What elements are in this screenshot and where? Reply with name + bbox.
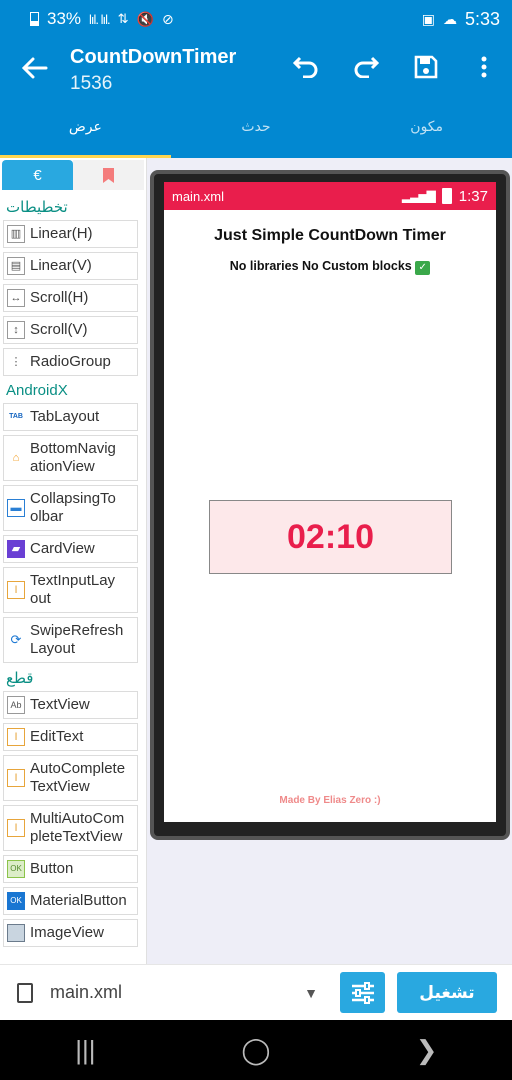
preview-subtitle-row: No libraries No Custom blocks ✓ bbox=[164, 259, 496, 275]
bookmark-icon bbox=[103, 167, 114, 183]
battery-percent: 33% bbox=[47, 9, 82, 28]
section-layouts-title: تخطيطات bbox=[6, 199, 68, 216]
sliders-icon bbox=[351, 981, 374, 1004]
signal-icon: lıl. lıl. bbox=[89, 11, 111, 27]
preview-title[interactable]: Just Simple CountDown Timer bbox=[164, 227, 496, 245]
cloud-icon: ☁ bbox=[442, 10, 457, 27]
widget-scroll-h[interactable]: ↔ Scroll(H) bbox=[3, 284, 138, 312]
linear-h-icon: ▥ bbox=[7, 225, 25, 243]
widget-autocompletetextview[interactable]: I AutoComplete TextView bbox=[3, 755, 138, 801]
edittext-icon: I bbox=[7, 728, 25, 746]
tab-icon: TAB bbox=[9, 413, 23, 420]
widget-bottomnavigationview[interactable]: ⌂ BottomNavig ationView bbox=[3, 435, 138, 481]
widget-cardview[interactable]: ▰ CardView bbox=[3, 535, 138, 563]
section-androidx-title: AndroidX bbox=[6, 382, 68, 399]
timer-text[interactable]: 02:10 bbox=[287, 518, 374, 557]
redo-icon[interactable] bbox=[336, 54, 396, 87]
tab-component[interactable]: مكون bbox=[341, 102, 512, 158]
timer-container[interactable]: 02:10 bbox=[209, 500, 452, 574]
design-canvas: main.xml ▂▃▅▇ 1:37 Just Simple CountDown… bbox=[147, 158, 512, 964]
clock: 5:33 bbox=[464, 8, 500, 29]
phone-screen[interactable]: main.xml ▂▃▅▇ 1:37 Just Simple CountDown… bbox=[164, 182, 496, 822]
save-icon[interactable] bbox=[396, 54, 456, 87]
back-arrow-icon[interactable] bbox=[0, 55, 70, 85]
widget-palette: € تخطيطات ▥ Linear(H) ▤ Linear(V) ↔ Scroll(… bbox=[0, 158, 147, 964]
toolbar-icon: ▬ bbox=[7, 499, 25, 517]
widget-radiogroup[interactable]: ⋮ RadioGroup bbox=[3, 348, 138, 376]
textview-icon: Ab bbox=[7, 696, 25, 714]
home-icon: ⌂ bbox=[12, 452, 20, 464]
back-nav-icon[interactable]: ❯ bbox=[397, 1035, 457, 1066]
linear-v-icon: ▤ bbox=[7, 257, 25, 275]
widget-imageview[interactable]: ImageView bbox=[3, 919, 138, 947]
preview-time: 1:37 bbox=[458, 187, 488, 205]
widget-textview[interactable]: Ab TextView bbox=[3, 691, 138, 719]
more-options-icon[interactable] bbox=[456, 54, 512, 87]
material-button-icon: OK bbox=[7, 892, 25, 910]
run-button[interactable]: تشغيل bbox=[397, 972, 497, 1013]
widget-materialbutton[interactable]: OK MaterialButton bbox=[3, 887, 138, 915]
recent-apps-icon[interactable]: ||| bbox=[55, 1035, 115, 1066]
palette-tab-bookmark[interactable] bbox=[73, 160, 144, 190]
battery-icon bbox=[30, 12, 39, 26]
widget-tablayout[interactable]: TAB TabLayout bbox=[3, 403, 138, 431]
widget-collapsingtoolbar[interactable]: ▬ CollapsingTo olbar bbox=[3, 485, 138, 531]
preview-signal-icon: ▂▃▅▇ bbox=[401, 189, 436, 203]
widget-linear-h[interactable]: ▥ Linear(H) bbox=[3, 220, 138, 248]
tab-event[interactable]: حدث bbox=[171, 102, 342, 158]
widget-linear-v[interactable]: ▤ Linear(V) bbox=[3, 252, 138, 280]
widget-textinputlayout[interactable]: I TextInputLay out bbox=[3, 567, 138, 613]
alert-icon: ⊘ bbox=[162, 10, 174, 27]
tab-view[interactable]: عرض bbox=[0, 102, 171, 158]
radiogroup-icon: ⋮ bbox=[10, 356, 22, 368]
card-icon: ▰ bbox=[7, 540, 25, 558]
widget-button[interactable]: OK Button bbox=[3, 855, 138, 883]
mute-icon: 🔇 bbox=[136, 10, 154, 27]
preview-subtitle[interactable]: No libraries No Custom blocks bbox=[230, 259, 412, 273]
editor-tabs: عرض حدث مكون bbox=[0, 102, 512, 158]
undo-icon[interactable] bbox=[276, 54, 336, 87]
project-id: 1536 bbox=[70, 72, 113, 94]
palette-tabs: € bbox=[2, 160, 144, 190]
scroll-v-icon: ↕ bbox=[7, 321, 25, 339]
section-widgets-title: قطع bbox=[6, 670, 34, 687]
phone-frame: main.xml ▂▃▅▇ 1:37 Just Simple CountDown… bbox=[150, 170, 510, 840]
widget-swiperefreshlayout[interactable]: ⟳ SwipeRefresh Layout bbox=[3, 617, 138, 663]
image-icon bbox=[7, 924, 25, 942]
settings-button[interactable] bbox=[340, 972, 385, 1013]
widget-edittext[interactable]: I EditText bbox=[3, 723, 138, 751]
autocomplete-icon: I bbox=[7, 769, 25, 787]
file-dropdown-icon[interactable]: ▼ bbox=[304, 985, 318, 1001]
widget-multiautocompletetextview[interactable]: I MultiAutoCom pleteTextView bbox=[3, 805, 138, 851]
project-title: CountDownTimer bbox=[70, 45, 237, 68]
home-button-icon[interactable]: ◯ bbox=[226, 1035, 286, 1066]
app-bar: CountDownTimer 1536 bbox=[0, 38, 512, 102]
checkmark-icon: ✓ bbox=[415, 261, 431, 275]
preview-file-label: main.xml bbox=[172, 188, 225, 204]
palette-tab-widgets[interactable]: € bbox=[2, 160, 73, 190]
gallery-icon: ▣ bbox=[421, 10, 435, 27]
status-bar: 33% lıl. lıl. ⇅ 🔇 ⊘ ▣ ☁ 5:33 bbox=[0, 0, 512, 38]
widget-scroll-v[interactable]: ↕ Scroll(V) bbox=[3, 316, 138, 344]
file-icon bbox=[17, 982, 33, 1003]
bottom-bar: main.xml ▼ تشغيل bbox=[0, 964, 512, 1020]
current-file[interactable]: main.xml bbox=[50, 982, 122, 1003]
system-nav-bar: ||| ◯ ❯ bbox=[0, 1020, 512, 1080]
made-by-label[interactable]: Made By Elias Zero :) bbox=[164, 795, 496, 806]
scroll-h-icon: ↔ bbox=[7, 289, 25, 307]
text-input-icon: I bbox=[7, 581, 25, 599]
button-icon: OK bbox=[7, 860, 25, 878]
multiautocomplete-icon: I bbox=[7, 819, 25, 837]
preview-status-bar: main.xml ▂▃▅▇ 1:37 bbox=[164, 182, 496, 210]
data-icon: ⇅ bbox=[117, 11, 129, 26]
refresh-icon: ⟳ bbox=[10, 632, 22, 647]
preview-battery-icon bbox=[441, 188, 452, 204]
